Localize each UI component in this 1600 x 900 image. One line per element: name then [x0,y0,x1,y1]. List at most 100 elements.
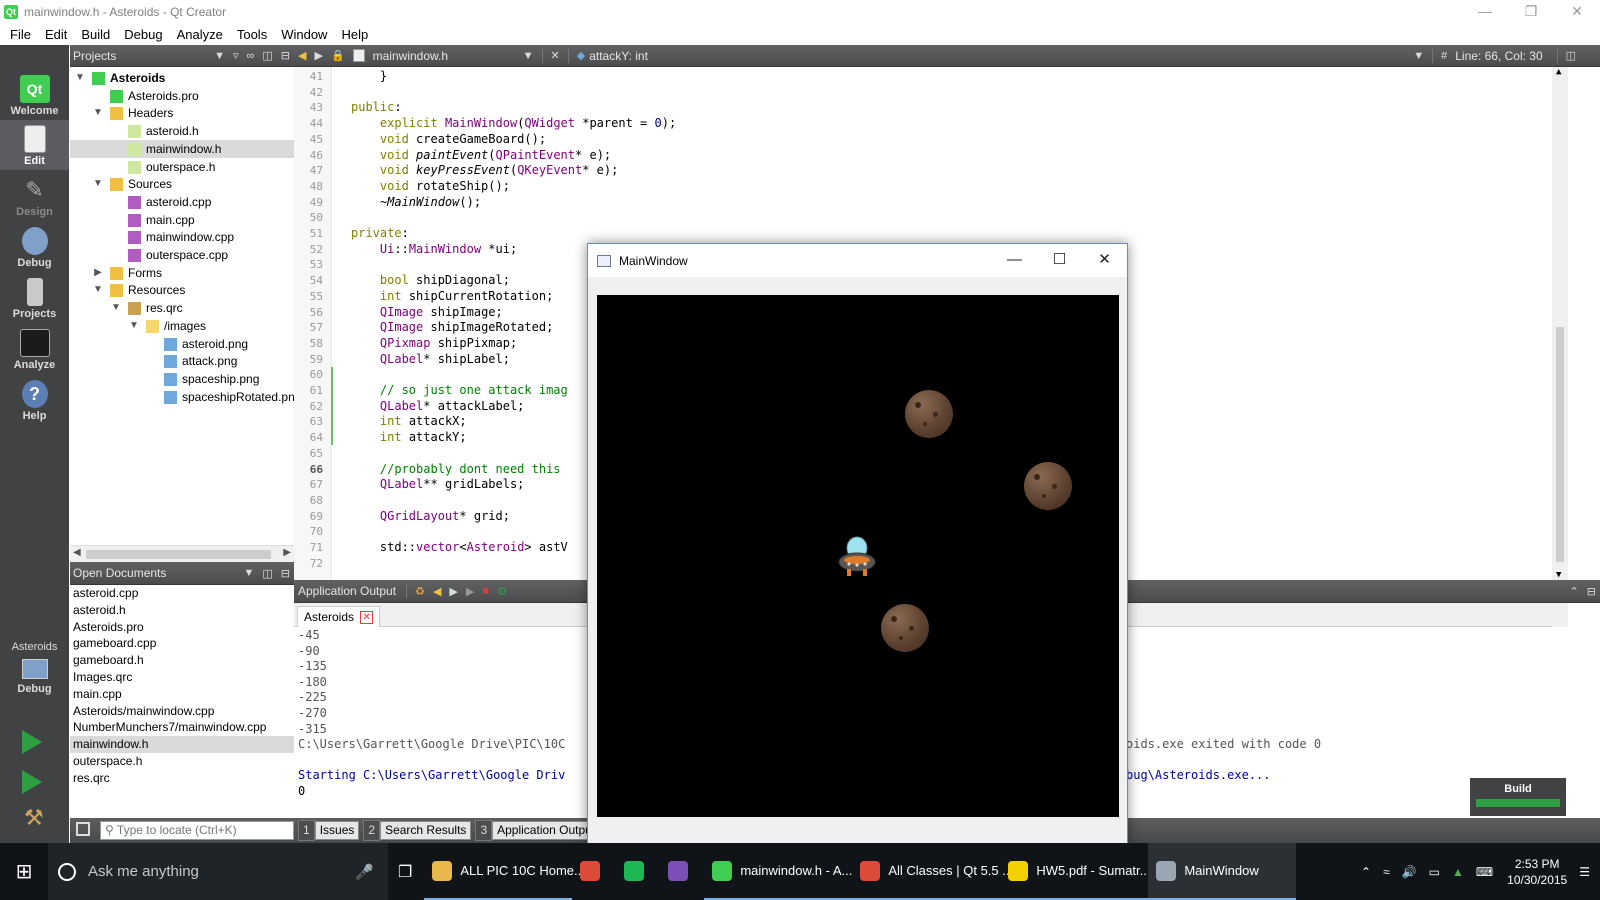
pane-button-search-results[interactable]: 2 Search Results [363,820,472,841]
chevron-down-icon[interactable]: ▼ [1413,50,1424,62]
chevron-down-icon[interactable]: ▼ [74,69,86,87]
chevron-down-icon[interactable]: ▼ [523,50,534,62]
tree-item[interactable]: outerspace.h [70,158,294,176]
open-document-item[interactable]: outerspace.h [70,753,294,770]
tree-item[interactable]: main.cpp [70,211,294,229]
tree-item[interactable]: asteroid.cpp [70,193,294,211]
open-document-item[interactable]: main.cpp [70,686,294,703]
chevron-down-icon[interactable]: ▼ [92,104,104,122]
wifi-icon[interactable]: ≈ [1383,865,1390,879]
taskbar-app[interactable] [616,843,660,900]
open-document-item[interactable]: NumberMunchers7/mainwindow.cpp [70,719,294,736]
scroll-up-icon[interactable]: ▲ [1556,67,1561,77]
kit-selector[interactable]: Asteroids Debug [0,641,69,695]
scroll-left-icon[interactable]: ◀ [73,547,81,558]
google-drive-icon[interactable]: ▲ [1452,865,1464,879]
menu-edit[interactable]: Edit [38,27,74,42]
menu-debug[interactable]: Debug [117,27,169,42]
mode-design[interactable]: ✎ Design [0,171,69,221]
open-document-item[interactable]: Images.qrc [70,669,294,686]
link-icon[interactable]: ∞ [247,50,255,62]
close-pane-icon[interactable]: ⊟ [281,49,290,62]
open-document-item[interactable]: asteroid.h [70,602,294,619]
task-view-icon[interactable]: ❐ [398,862,412,882]
tree-item[interactable]: ▼ Resources [70,281,294,299]
mode-debug[interactable]: Debug [0,222,69,272]
taskbar-app[interactable]: mainwindow.h - A... [704,843,853,900]
menu-file[interactable]: File [3,27,38,42]
scroll-down-icon[interactable]: ▼ [1556,570,1561,580]
maximize-button[interactable]: ☐ [1037,244,1082,277]
menu-window[interactable]: Window [274,27,334,42]
taskbar-app[interactable] [660,843,704,900]
open-document-item[interactable]: res.qrc [70,770,294,787]
tree-item[interactable]: ▼ Sources [70,175,294,193]
chevron-down-icon[interactable]: ▼ [92,281,104,299]
maximize-pane-icon[interactable]: ⌃ [1570,585,1579,598]
chevron-down-icon[interactable]: ▼ [243,567,254,579]
open-document-item[interactable]: gameboard.h [70,652,294,669]
pane-button-application-output[interactable]: 3 Application Output [475,820,601,841]
run-button[interactable] [22,730,42,754]
symbol-combo[interactable]: attackY: int [589,49,1409,63]
windows-start-button[interactable]: ⊞ [0,859,48,884]
pane-button-issues[interactable]: 1 Issues [298,820,360,841]
build-progress[interactable]: Build [1470,778,1566,816]
tree-item[interactable]: asteroid.png [70,335,294,353]
locate-input[interactable]: ⚲ Type to locate (Ctrl+K) [100,821,294,840]
close-button[interactable]: ✕ [1554,0,1600,24]
tree-item[interactable]: attack.png [70,352,294,370]
close-pane-icon[interactable]: ⊟ [1587,585,1596,598]
rerun-icon[interactable]: ♻ [415,585,425,598]
taskbar-app[interactable] [572,843,616,900]
filter-icon[interactable]: ▿ [233,49,239,62]
microphone-icon[interactable]: 🎤 [355,863,374,881]
game-board[interactable] [597,295,1119,817]
play-icon[interactable]: ▶ [466,585,474,598]
tree-item[interactable]: ▼ Headers [70,104,294,122]
close-file-icon[interactable]: ✕ [551,49,560,62]
minimize-button[interactable]: — [992,244,1037,277]
mode-welcome[interactable]: Qt Welcome [0,70,69,120]
mode-edit[interactable]: Edit [0,120,69,170]
close-tab-icon[interactable]: ✕ [360,611,374,625]
tree-item[interactable]: ▼ res.qrc [70,299,294,317]
open-document-item[interactable]: gameboard.cpp [70,635,294,652]
toggle-sidebar-icon[interactable] [76,822,90,836]
taskbar-app[interactable]: HW5.pdf - Sumatr... [1000,843,1151,900]
menu-tools[interactable]: Tools [230,27,274,42]
search-box[interactable]: Ask me anything 🎤 [48,843,388,900]
debug-run-button[interactable] [22,770,42,794]
chevron-down-icon[interactable]: ▼ [214,50,225,62]
tree-item[interactable]: mainwindow.h [70,139,294,158]
stop-icon[interactable]: ■ [482,585,489,597]
scroll-thumb[interactable] [1556,327,1564,562]
attach-debugger-icon[interactable]: ⚙ [497,585,507,598]
scroll-thumb[interactable] [86,550,271,559]
tree-item[interactable]: outerspace.cpp [70,246,294,264]
tree-item[interactable]: ▼ Asteroids [70,69,294,87]
tree-item[interactable]: spaceship.png [70,370,294,388]
open-file-combo[interactable]: mainwindow.h [369,49,519,63]
cursor-position[interactable]: Line: 66, Col: 30 [1455,49,1542,63]
editor-vertical-scrollbar[interactable]: ▲ ▼ [1552,67,1568,580]
chevron-down-icon[interactable]: ▼ [110,299,122,317]
split-icon[interactable]: ◫ [262,49,272,62]
taskbar-app[interactable]: ALL PIC 10C Home... [424,843,585,900]
chevron-right-icon[interactable]: ▶ [92,264,104,282]
split-icon[interactable]: ◫ [1566,49,1576,62]
output-tab-asteroids[interactable]: Asteroids ✕ [297,606,381,627]
chevron-down-icon[interactable]: ▼ [128,317,140,335]
open-document-item[interactable]: Asteroids.pro [70,619,294,636]
taskbar-app[interactable]: All Classes | Qt 5.5 ... [852,843,1013,900]
mode-analyze[interactable]: Analyze [0,324,69,374]
tree-item[interactable]: asteroid.h [70,122,294,140]
open-document-item[interactable]: mainwindow.h [70,736,294,753]
back-icon[interactable]: ◀ [298,49,306,62]
menu-analyze[interactable]: Analyze [170,27,230,42]
taskbar-app[interactable]: MainWindow [1148,843,1297,900]
notifications-icon[interactable]: ☰ [1579,865,1590,879]
tree-item[interactable]: ▶ Forms [70,264,294,282]
mode-projects[interactable]: Projects [0,273,69,323]
volume-icon[interactable]: 🔊 [1402,865,1417,879]
